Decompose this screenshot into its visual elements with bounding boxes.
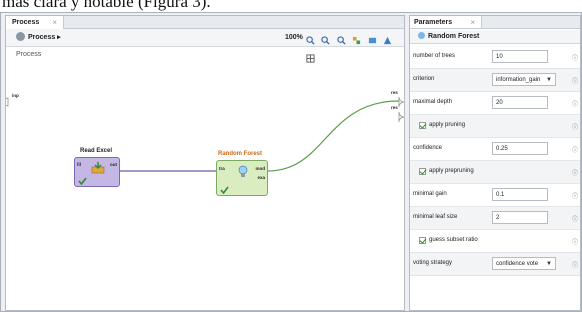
process-icon — [16, 32, 25, 41]
param-row-voting-strategy: voting strategy confidence vote ▼ ⓘ — [410, 253, 580, 276]
apply-pruning-checkbox[interactable] — [419, 122, 426, 129]
operator-title: Random Forest — [428, 33, 480, 40]
inp-port-shape — [6, 97, 9, 107]
minimal-leaf-size-field[interactable]: 2 — [492, 211, 548, 224]
voting-strategy-select[interactable]: confidence vote ▼ — [492, 257, 556, 270]
info-icon[interactable]: ⓘ — [572, 122, 578, 131]
lightbulb-icon — [238, 165, 248, 177]
param-label: number of trees — [413, 53, 456, 59]
param-row-number-of-trees: number of trees 10 ⓘ — [410, 46, 580, 69]
breadcrumb[interactable]: Process ▸ — [16, 32, 61, 44]
info-icon[interactable]: ⓘ — [572, 99, 578, 108]
param-label: confidence — [413, 145, 443, 151]
info-icon[interactable]: ⓘ — [572, 191, 578, 200]
random-forest-title: Random Forest — [218, 151, 263, 157]
inp-port-label: inp — [12, 93, 19, 98]
param-row-confidence: confidence 0.25 ⓘ — [410, 138, 580, 161]
process-canvas[interactable]: Process inp res res Read Excel fil out R… — [6, 47, 404, 310]
param-label: minimal leaf size — [413, 214, 458, 220]
minimal-gain-field[interactable]: 0.1 — [492, 188, 548, 201]
connections-layer — [6, 96, 404, 172]
maximal-depth-field[interactable]: 20 — [492, 96, 548, 109]
process-panel: Process × Process ▸ 100% Process inp res… — [5, 15, 405, 311]
res-port-shape-2 — [398, 111, 404, 123]
res-port-label-1: res — [391, 90, 398, 95]
res-port-label-2: res — [391, 105, 398, 110]
info-icon[interactable]: ⓘ — [572, 76, 578, 85]
zoom-out-icon[interactable] — [321, 36, 331, 45]
confidence-field[interactable]: 0.25 — [492, 142, 548, 155]
tab-process-label: Process — [12, 19, 40, 26]
param-row-criterion: criterion information_gain ▼ ⓘ — [410, 69, 580, 92]
random-forest-port-exa[interactable]: exa — [257, 175, 265, 180]
voting-strategy-value: confidence vote — [496, 261, 539, 267]
param-row-apply-prepruning: apply prepruning ⓘ — [410, 161, 580, 184]
paint-icon[interactable] — [383, 36, 392, 45]
tab-parameters[interactable]: Parameters × — [410, 16, 482, 29]
info-icon[interactable]: ⓘ — [572, 145, 578, 154]
param-label: apply prepruning — [429, 168, 474, 174]
check-status-icon — [220, 186, 229, 194]
res-port-shape-1 — [398, 96, 404, 108]
document-caption: más clara y notable (Figura 3). — [0, 0, 582, 12]
breadcrumb-label: Process ▸ — [28, 34, 61, 41]
info-icon[interactable]: ⓘ — [572, 237, 578, 246]
criterion-select[interactable]: information_gain ▼ — [492, 73, 556, 86]
param-row-minimal-gain: minimal gain 0.1 ⓘ — [410, 184, 580, 207]
excel-icon — [91, 162, 105, 174]
zoom-in-icon[interactable] — [306, 36, 315, 45]
close-icon[interactable]: × — [52, 16, 57, 29]
read-excel-title: Read Excel — [80, 148, 113, 154]
route-icon[interactable] — [368, 36, 377, 45]
number-of-trees-field[interactable]: 10 — [492, 50, 548, 63]
info-icon[interactable]: ⓘ — [572, 260, 578, 269]
param-label: minimal gain — [413, 191, 447, 197]
info-icon[interactable]: ⓘ — [572, 214, 578, 223]
param-label: guess subset ratio — [429, 237, 478, 243]
tab-parameters-label: Parameters — [414, 19, 453, 26]
toolbar-icons — [306, 32, 404, 63]
apply-prepruning-checkbox[interactable] — [419, 168, 426, 175]
param-row-guess-subset-ratio: guess subset ratio ⓘ — [410, 230, 580, 253]
operator-read-excel[interactable]: fil out — [74, 157, 120, 187]
check-status-icon — [78, 177, 87, 185]
param-label: maximal depth — [413, 99, 453, 105]
chevron-down-icon: ▼ — [546, 77, 552, 83]
chevron-down-icon: ▼ — [546, 261, 552, 267]
operator-header: Random Forest — [410, 30, 580, 44]
parameters-tabbar — [482, 16, 580, 29]
read-excel-port-out[interactable]: out — [110, 162, 117, 167]
zoom-level: 100% — [285, 34, 303, 41]
zoom-fit-icon[interactable] — [337, 36, 346, 45]
process-tabbar: Process × — [6, 16, 404, 29]
param-row-minimal-leaf-size: minimal leaf size 2 ⓘ — [410, 207, 580, 230]
close-icon[interactable]: × — [470, 16, 475, 29]
auto-arrange-icon[interactable] — [352, 36, 361, 45]
caption-text: más clara y notable (Figura 3). — [2, 0, 211, 11]
info-icon[interactable]: ⓘ — [572, 53, 578, 62]
guess-subset-ratio-checkbox[interactable] — [419, 237, 426, 244]
process-toolbar: Process ▸ 100% — [6, 29, 404, 63]
random-forest-port-mod[interactable]: mod — [256, 166, 266, 171]
param-label: voting strategy — [413, 260, 453, 266]
operator-random-forest[interactable]: tra mod exa — [216, 160, 268, 196]
criterion-value: information_gain — [496, 77, 541, 83]
param-row-apply-pruning: apply pruning ⓘ — [410, 115, 580, 138]
read-excel-port-in[interactable]: fil — [77, 162, 81, 167]
connection-mod-to-res[interactable] — [267, 100, 400, 172]
info-icon[interactable]: ⓘ — [572, 168, 578, 177]
param-row-maximal-depth: maximal depth 20 ⓘ — [410, 92, 580, 115]
random-forest-port-tra[interactable]: tra — [219, 166, 225, 171]
param-label: criterion — [413, 76, 435, 82]
lightbulb-icon — [418, 32, 425, 39]
param-label: apply pruning — [429, 122, 466, 128]
parameters-panel: Parameters × Random Forest number of tre… — [409, 15, 581, 311]
rapidminer-window: Process × Process ▸ 100% Process inp res… — [0, 12, 582, 312]
tab-process[interactable]: Process × — [6, 16, 64, 29]
